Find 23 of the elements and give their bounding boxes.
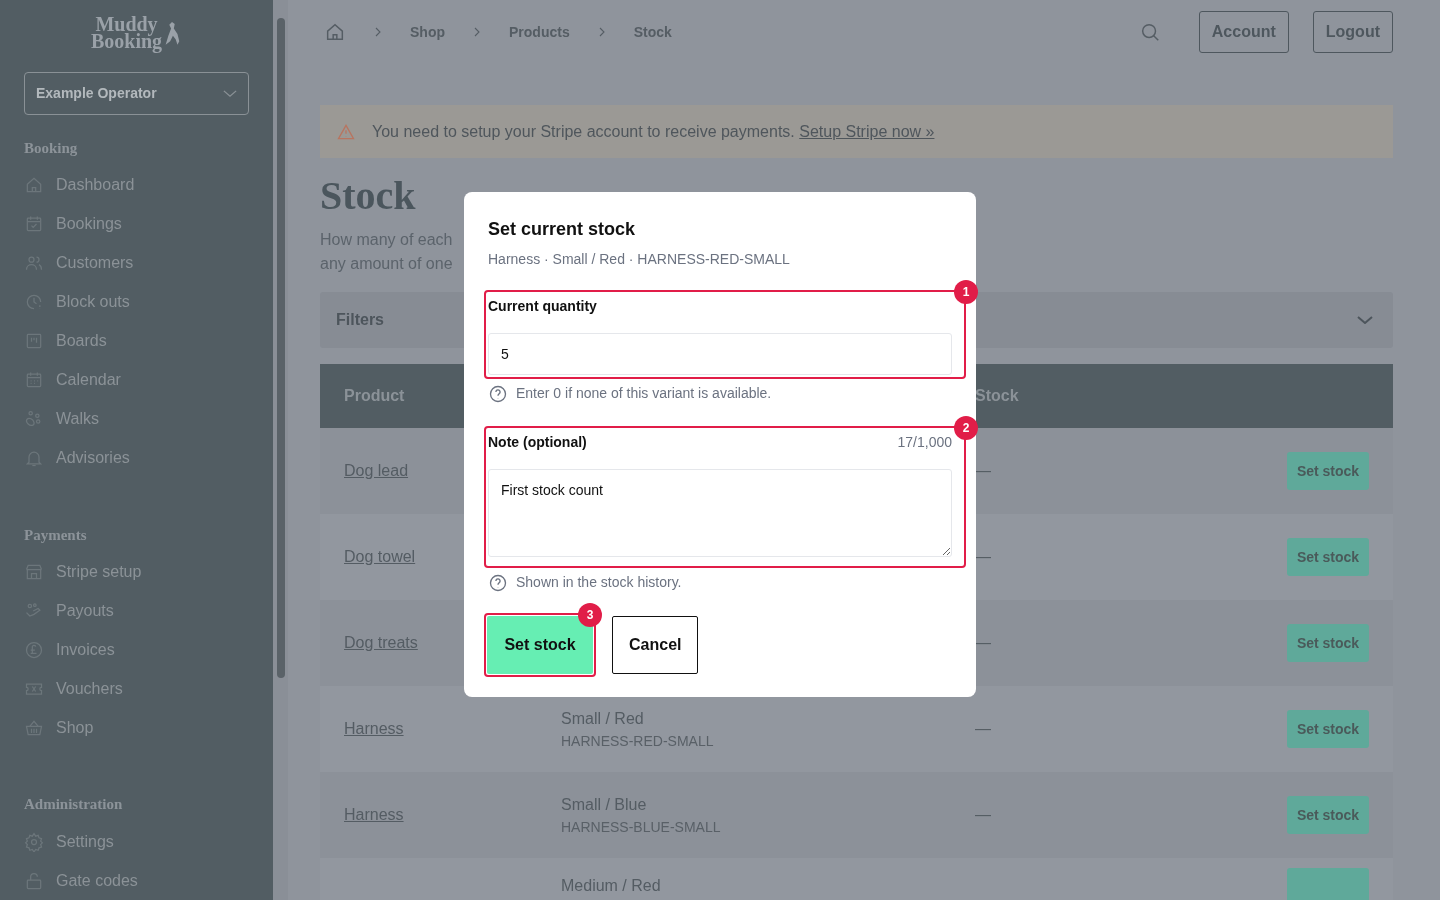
column-header: Product — [344, 386, 405, 406]
dialog-title: Set current stock — [488, 218, 637, 241]
step-badge: 1 — [954, 280, 978, 304]
variant-text: Medium / Red — [561, 876, 662, 896]
section-heading: Booking — [24, 138, 79, 158]
page-title: Stock — [320, 174, 417, 218]
sku-text: HARNESS-RED-SMALL — [561, 731, 715, 751]
column-header: Stock — [975, 386, 1020, 406]
variant-text: Small / Blue — [561, 794, 648, 815]
section-heading: Payments — [24, 525, 88, 545]
dialog-subtitle: Harness · Small / Red · HARNESS-RED-SMALL — [488, 250, 791, 269]
alert-text: You need to setup your Stripe account to receive payments. Setup Stripe now » — [372, 121, 935, 142]
step-badge: 2 — [954, 416, 978, 440]
field-label: Current quantity — [488, 297, 598, 316]
field-label: Note (optional) — [488, 433, 587, 452]
section-heading: Administration — [24, 795, 124, 815]
help-text: Shown in the stock history. — [516, 573, 682, 592]
stock-value: — — [975, 805, 991, 825]
character-counter: 17/1,000 — [897, 433, 952, 452]
variant-text: Small / Red — [561, 708, 645, 729]
help-text: Enter 0 if none of this variant is available. — [516, 384, 772, 403]
step-badge: 3 — [578, 603, 602, 627]
stock-value: — — [975, 719, 991, 739]
